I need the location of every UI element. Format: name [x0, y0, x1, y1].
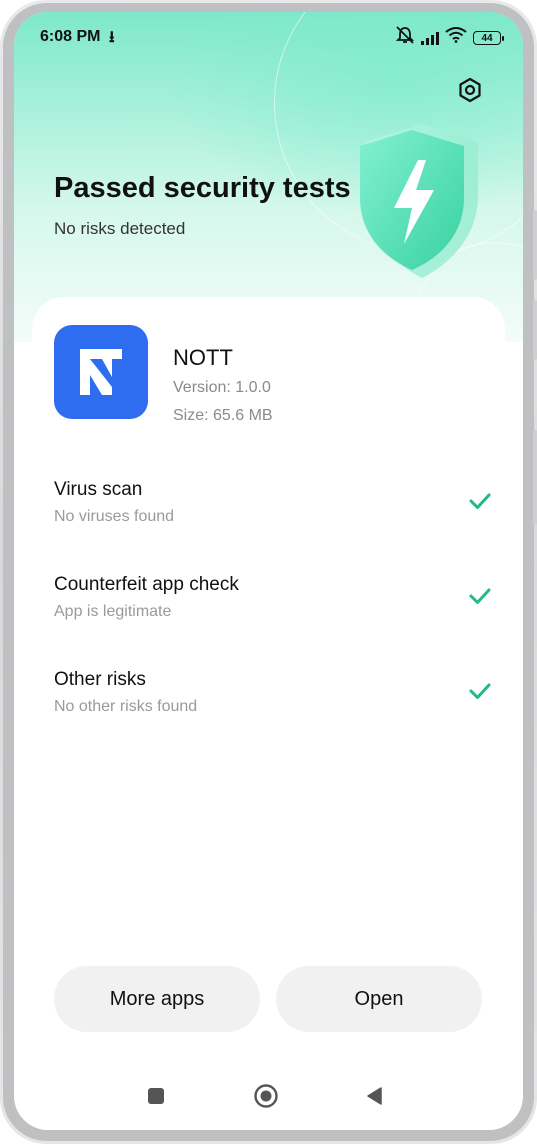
- volume-button: [533, 210, 537, 280]
- hexagon-settings-icon: [459, 77, 481, 103]
- page-subtitle: No risks detected: [54, 219, 186, 238]
- home-button[interactable]: [252, 1082, 280, 1110]
- battery-icon: 44: [473, 30, 504, 45]
- app-size: Size: 65.6 MB: [173, 407, 273, 424]
- open-button[interactable]: Open: [276, 966, 482, 1032]
- check-subtitle: No other risks found: [54, 698, 198, 715]
- checkmark-icon: [469, 683, 491, 699]
- back-triangle-icon: [367, 1087, 382, 1105]
- checkmark-icon: [469, 493, 491, 509]
- wifi-icon: [445, 27, 467, 48]
- app-version: Version: 1.0.0: [173, 379, 271, 396]
- status-bar: 6:08 PM ⭳ 44: [14, 12, 523, 62]
- settings-button[interactable]: [454, 74, 486, 106]
- app-icon: [54, 325, 148, 419]
- check-subtitle: No viruses found: [54, 508, 175, 525]
- page-title: Passed security tests: [54, 172, 351, 204]
- power-button: [533, 430, 537, 525]
- download-icon: ⭳: [109, 29, 115, 46]
- signal-icon: [421, 31, 439, 45]
- status-time: 6:08 PM: [40, 28, 101, 45]
- check-item-counterfeit: Counterfeit app check App is legitimate: [54, 574, 494, 634]
- check-item-other-risks: Other risks No other risks found: [54, 669, 494, 729]
- checkmark-icon: [469, 588, 491, 604]
- check-title: Other risks: [54, 669, 146, 690]
- status-icons: 44: [395, 26, 504, 49]
- back-button[interactable]: [360, 1082, 388, 1110]
- screen: 6:08 PM ⭳ 44 Passed security tests No ri…: [14, 12, 523, 1130]
- check-title: Counterfeit app check: [54, 574, 239, 595]
- recents-button[interactable]: [142, 1082, 170, 1110]
- check-subtitle: App is legitimate: [54, 603, 172, 620]
- volume-button-down: [533, 300, 537, 360]
- shield-lightning-icon: [360, 124, 478, 278]
- mute-icon: [395, 26, 415, 49]
- navigation-bar: [14, 1072, 523, 1120]
- more-apps-button[interactable]: More apps: [54, 966, 260, 1032]
- home-circle-icon: [254, 1084, 278, 1108]
- app-name: NOTT: [173, 345, 233, 370]
- check-title: Virus scan: [54, 479, 143, 500]
- check-item-virus-scan: Virus scan No viruses found: [54, 479, 494, 539]
- recents-square-icon: [148, 1088, 164, 1104]
- nott-logo-icon: [80, 349, 122, 395]
